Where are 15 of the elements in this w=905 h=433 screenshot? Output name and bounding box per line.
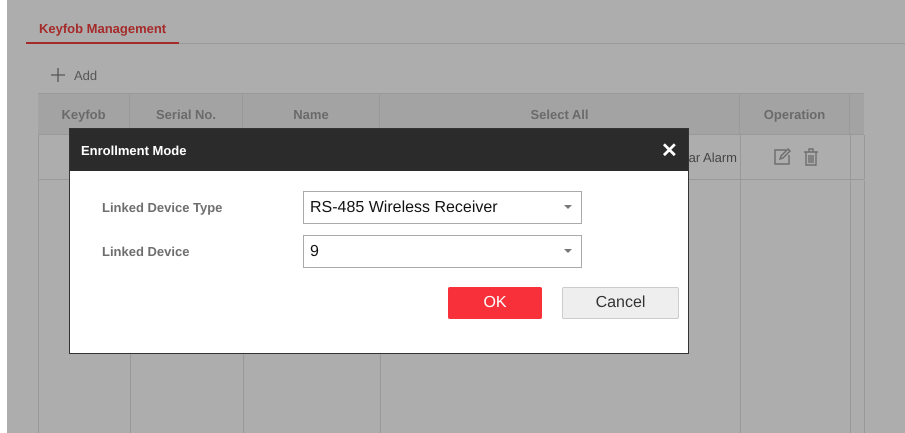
- field-label: Linked Device: [102, 244, 190, 259]
- caret-icon: [564, 249, 572, 254]
- dropdown[interactable]: 9: [303, 235, 582, 268]
- table-cell: ar Alarm: [688, 150, 737, 164]
- edit-icon[interactable]: [772, 147, 792, 167]
- cancel-button[interactable]: Cancel: [562, 287, 679, 319]
- field-label: Linked Device Type: [102, 200, 224, 215]
- caret-icon: [564, 205, 572, 210]
- dialog-title: Enrollment Mode: [81, 142, 186, 158]
- dropdown[interactable]: RS-485 Wireless Receiver: [303, 191, 582, 224]
- close-button[interactable]: ✕: [661, 138, 678, 162]
- column-header: Operation: [740, 94, 850, 134]
- trash-icon[interactable]: [802, 147, 820, 167]
- plus-icon: [50, 67, 66, 83]
- ok-button[interactable]: OK: [448, 287, 542, 319]
